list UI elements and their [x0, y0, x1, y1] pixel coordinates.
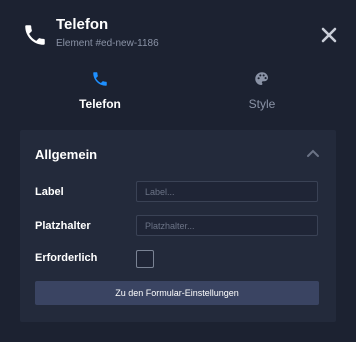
- required-checkbox[interactable]: [136, 250, 154, 268]
- required-field-label: Erforderlich: [35, 252, 98, 264]
- palette-icon: [255, 72, 268, 85]
- section-general: Allgemein Label Platzhalter Erforderlich…: [20, 130, 336, 322]
- placeholder-input[interactable]: [136, 215, 318, 236]
- tab-bar: Telefon Style: [0, 66, 356, 118]
- form-settings-button[interactable]: Zu den Formular-Einstellungen: [35, 281, 319, 305]
- tab-telefon[interactable]: Telefon: [25, 66, 175, 118]
- close-icon[interactable]: [320, 26, 338, 44]
- tab-label: Style: [248, 97, 276, 111]
- element-title: Telefon: [56, 16, 109, 33]
- panel-header: Telefon Element #ed-new-1186: [0, 0, 356, 62]
- chevron-up-icon[interactable]: [306, 148, 320, 158]
- section-title: Allgemein: [35, 147, 98, 162]
- phone-icon: [25, 25, 45, 45]
- phone-icon: [93, 72, 107, 86]
- tab-style[interactable]: Style: [187, 66, 337, 118]
- tab-label: Telefon: [79, 97, 121, 111]
- label-field-label: Label: [35, 186, 64, 198]
- element-id: Element #ed-new-1186: [56, 38, 159, 49]
- placeholder-field-label: Platzhalter: [35, 220, 91, 232]
- label-input[interactable]: [136, 181, 318, 202]
